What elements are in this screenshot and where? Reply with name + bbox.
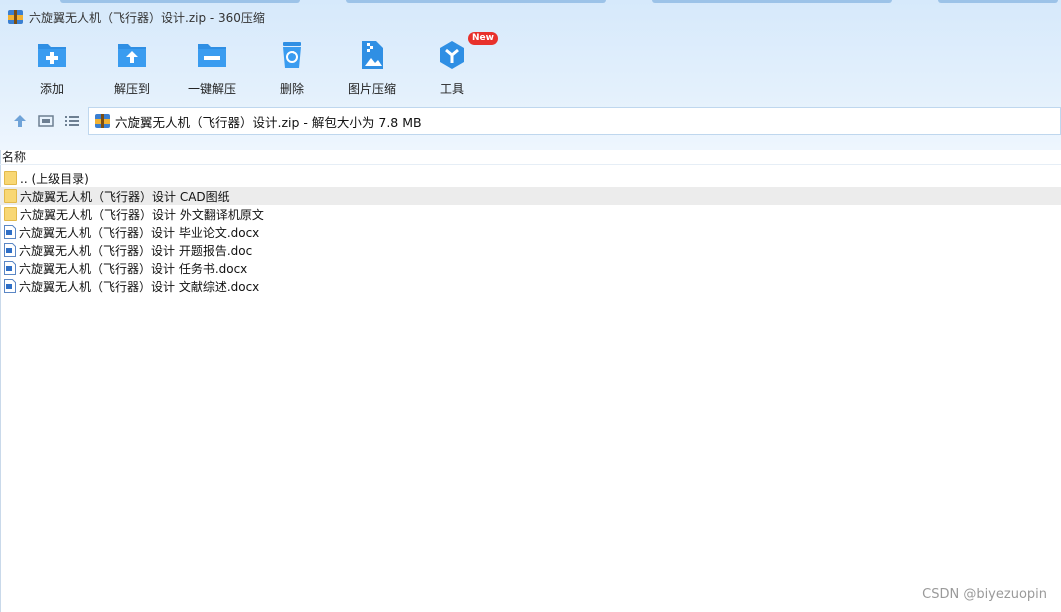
watermark: CSDN @biyezuopin <box>922 587 1047 602</box>
list-view-icon[interactable] <box>64 113 80 129</box>
word-document-icon <box>4 243 16 257</box>
extract-to-button[interactable]: 解压到 <box>92 36 172 98</box>
add-button[interactable]: 添加 <box>12 36 92 98</box>
list-item[interactable]: 六旋翼无人机（飞行器）设计 外文翻译机原文 <box>0 205 1061 223</box>
tools-label: 工具 <box>439 82 464 96</box>
list-item[interactable]: .. (上级目录) <box>0 169 1061 187</box>
divider <box>0 164 1061 165</box>
delete-icon <box>275 38 309 72</box>
folder-icon <box>4 171 17 185</box>
address-field[interactable]: 六旋翼无人机（飞行器）设计.zip - 解包大小为 7.8 MB <box>88 107 1061 135</box>
add-label: 添加 <box>39 82 64 96</box>
one-click-extract-icon <box>195 38 229 72</box>
file-name: 六旋翼无人机（飞行器）设计 外文翻译机原文 <box>20 207 264 222</box>
file-name: 六旋翼无人机（飞行器）设计 CAD图纸 <box>20 189 230 204</box>
address-bar: 六旋翼无人机（飞行器）设计.zip - 解包大小为 7.8 MB <box>0 106 1061 136</box>
word-document-icon <box>4 261 16 275</box>
folder-icon <box>4 189 17 203</box>
file-name: 六旋翼无人机（飞行器）设计 文献综述.docx <box>19 279 260 294</box>
word-document-icon <box>4 225 16 239</box>
image-compress-icon <box>355 38 389 72</box>
thumbnail-view-icon[interactable] <box>38 113 54 129</box>
toolbar: 添加 解压到 一键解压 删除 图片压缩 New 工具 <box>12 32 498 98</box>
list-item[interactable]: 六旋翼无人机（飞行器）设计 毕业论文.docx <box>0 223 1061 241</box>
archive-icon <box>8 10 23 24</box>
window-title: 六旋翼无人机（飞行器）设计.zip - 360压缩 <box>29 10 265 25</box>
up-arrow-icon[interactable] <box>12 113 28 129</box>
file-list: .. (上级目录) 六旋翼无人机（飞行器）设计 CAD图纸 六旋翼无人机（飞行器… <box>0 169 1061 295</box>
title-bar: 六旋翼无人机（飞行器）设计.zip - 360压缩 <box>8 8 265 26</box>
address-path: 六旋翼无人机（飞行器）设计.zip - 解包大小为 7.8 MB <box>115 114 422 130</box>
image-compress-label: 图片压缩 <box>347 82 396 96</box>
folder-icon <box>4 207 17 221</box>
archive-icon <box>95 114 110 128</box>
tools-icon <box>435 38 469 72</box>
word-document-icon <box>4 279 16 293</box>
list-item[interactable]: 六旋翼无人机（飞行器）设计 开题报告.doc <box>0 241 1061 259</box>
file-name: 六旋翼无人机（飞行器）设计 毕业论文.docx <box>19 225 260 240</box>
delete-button[interactable]: 删除 <box>252 36 332 98</box>
extract-to-label: 解压到 <box>113 82 150 96</box>
one-click-extract-button[interactable]: 一键解压 <box>172 36 252 98</box>
list-item[interactable]: 六旋翼无人机（飞行器）设计 任务书.docx <box>0 259 1061 277</box>
image-compress-button[interactable]: 图片压缩 <box>332 36 412 98</box>
new-badge: New <box>468 32 498 45</box>
file-name: 六旋翼无人机（飞行器）设计 开题报告.doc <box>19 243 253 258</box>
file-name: 六旋翼无人机（飞行器）设计 任务书.docx <box>19 261 248 276</box>
delete-label: 删除 <box>279 82 304 96</box>
column-header-name[interactable]: 名称 <box>2 148 26 165</box>
list-item[interactable]: 六旋翼无人机（飞行器）设计 文献综述.docx <box>0 277 1061 295</box>
one-click-extract-label: 一键解压 <box>187 82 236 96</box>
list-item[interactable]: 六旋翼无人机（飞行器）设计 CAD图纸 <box>0 187 1061 205</box>
window-top-edge <box>0 0 1061 4</box>
tools-button[interactable]: New 工具 <box>412 32 498 98</box>
extract-to-icon <box>115 38 149 72</box>
file-name: .. (上级目录) <box>20 171 89 186</box>
add-icon <box>35 38 69 72</box>
